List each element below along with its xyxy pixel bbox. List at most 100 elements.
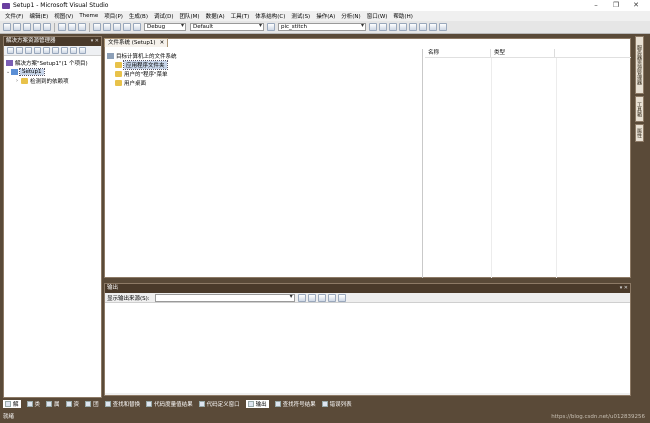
solution-icon	[6, 59, 13, 66]
undo-icon[interactable]	[93, 23, 101, 31]
restore-icon[interactable]: ❐	[606, 0, 626, 11]
tab-code-metrics[interactable]: 代码度量值结果	[146, 400, 193, 408]
tab-find-replace[interactable]: 查找和替换	[104, 400, 141, 408]
folder-icon	[115, 61, 122, 68]
programs-menu-label: 用户的"程序"菜单	[124, 71, 168, 78]
tab-resource-view[interactable]: 资	[65, 400, 79, 408]
tab-code-definition[interactable]: 代码定义窗口	[198, 400, 240, 408]
tab-output[interactable]: 输出	[245, 399, 269, 408]
word-wrap-icon[interactable]	[337, 293, 346, 302]
tab-label: 代码度量值结果	[154, 401, 193, 408]
start-page-icon[interactable]	[409, 23, 417, 31]
show-all-files-icon[interactable]	[16, 47, 23, 54]
output-text-area[interactable]	[105, 303, 630, 393]
tab-properties[interactable]: 属性	[635, 124, 644, 142]
save-icon[interactable]	[33, 23, 41, 31]
code-definition-icon	[198, 400, 205, 407]
toolbar-separator	[54, 22, 55, 32]
title-bar: Setup1 - Microsoft Visual Studio – ❐ ✕	[0, 0, 650, 11]
tab-solution-explorer[interactable]: 解	[3, 399, 21, 408]
close-icon[interactable]: ✕	[160, 39, 165, 47]
registry-editor-icon[interactable]	[43, 47, 50, 54]
menu-build[interactable]: 生成(B)	[126, 12, 151, 20]
project-label: Setup1	[19, 67, 45, 76]
solution-explorer-icon[interactable]	[369, 23, 377, 31]
tree-node-target-machine[interactable]: 目标计算机上的文件系统	[107, 51, 420, 60]
tree-node-programs-menu[interactable]: 用户的"程序"菜单	[107, 69, 420, 78]
object-browser-icon[interactable]	[389, 23, 397, 31]
clear-all-icon[interactable]	[327, 293, 336, 302]
tree-node-desktop[interactable]: 用户桌面	[107, 78, 420, 87]
start-debug-icon[interactable]	[133, 23, 141, 31]
add-item-icon[interactable]	[13, 23, 21, 31]
redo-icon[interactable]	[103, 23, 111, 31]
solution-explorer-header: 解决方案资源管理器 ▾ ✕	[4, 37, 101, 46]
tab-toolbox[interactable]: 工具箱	[635, 96, 644, 122]
paste-icon[interactable]	[78, 23, 86, 31]
custom-actions-editor-icon[interactable]	[70, 47, 77, 54]
menu-tools[interactable]: 工具(T)	[228, 12, 253, 20]
menu-debug[interactable]: 调试(D)	[151, 12, 177, 20]
pin-icon[interactable]: ▾ ✕	[620, 284, 628, 293]
tree-node-project[interactable]: ⌄ Setup1	[6, 67, 99, 76]
computer-icon	[107, 52, 114, 59]
column-name[interactable]: 名称	[425, 49, 491, 57]
menu-action[interactable]: 操作(A)	[313, 12, 338, 20]
column-type[interactable]: 类型	[491, 49, 555, 57]
menu-project[interactable]: 项目(P)	[101, 12, 126, 20]
open-icon[interactable]	[23, 23, 31, 31]
error-list-icon	[321, 400, 328, 407]
new-project-icon[interactable]	[3, 23, 11, 31]
tree-node-solution[interactable]: 解决方案"Setup1"(1 个项目)	[6, 58, 99, 67]
startup-project-dropdown[interactable]: pic_stitch	[278, 23, 366, 31]
menu-theme[interactable]: Theme	[76, 13, 101, 19]
refresh-icon[interactable]	[25, 47, 32, 54]
cut-icon[interactable]	[58, 23, 66, 31]
tab-file-system[interactable]: 文件系统 (Setup1) ✕	[104, 38, 169, 47]
tab-team-explorer[interactable]: 团	[85, 400, 99, 408]
tree-node-dependencies[interactable]: › 检测到的依赖项	[6, 76, 99, 85]
pin-icon[interactable]: ▾ ✕	[91, 37, 99, 46]
tab-label: 查找和替换	[112, 401, 141, 408]
menu-architecture[interactable]: 体系结构(C)	[252, 12, 288, 20]
tree-node-application-folder[interactable]: 应用程序文件夹	[107, 59, 420, 70]
tab-server-explorer[interactable]: 服务器资源管理器	[635, 36, 644, 94]
navigate-back-icon[interactable]	[113, 23, 121, 31]
command-window-icon[interactable]	[429, 23, 437, 31]
launch-conditions-editor-icon[interactable]	[79, 47, 86, 54]
menu-edit[interactable]: 编辑(E)	[26, 12, 51, 20]
menu-data[interactable]: 数据(A)	[203, 12, 228, 20]
menu-view[interactable]: 视图(V)	[51, 12, 76, 20]
user-interface-editor-icon[interactable]	[61, 47, 68, 54]
copy-icon[interactable]	[68, 23, 76, 31]
tab-class-view[interactable]: 类	[26, 400, 40, 408]
find-message-icon[interactable]	[297, 293, 306, 302]
tab-error-list[interactable]: 错误列表	[321, 400, 352, 408]
menu-team[interactable]: 团队(M)	[177, 12, 203, 20]
file-types-editor-icon[interactable]	[52, 47, 59, 54]
menu-window[interactable]: 窗口(W)	[364, 12, 391, 20]
find-icon[interactable]	[267, 23, 275, 31]
output-source-label: 显示输出来源(S):	[107, 295, 150, 302]
toolbar-options-icon[interactable]	[439, 23, 447, 31]
output-source-dropdown[interactable]	[154, 293, 295, 302]
close-icon[interactable]: ✕	[626, 0, 646, 11]
menu-test[interactable]: 测试(S)	[288, 12, 313, 20]
file-system-editor-icon[interactable]	[34, 47, 41, 54]
menu-help[interactable]: 帮助(H)	[390, 12, 415, 20]
properties-icon[interactable]	[379, 23, 387, 31]
previous-message-icon[interactable]	[307, 293, 316, 302]
tab-find-symbol[interactable]: 查找符号结果	[274, 400, 316, 408]
navigate-forward-icon[interactable]	[123, 23, 131, 31]
extension-manager-icon[interactable]	[419, 23, 427, 31]
next-message-icon[interactable]	[317, 293, 326, 302]
toolbox-icon[interactable]	[399, 23, 407, 31]
menu-file[interactable]: 文件(F)	[2, 12, 26, 20]
properties-icon[interactable]	[7, 47, 14, 54]
save-all-icon[interactable]	[43, 23, 51, 31]
solution-configuration-dropdown[interactable]: Debug	[144, 23, 186, 31]
minimize-icon[interactable]: –	[586, 0, 606, 11]
menu-analyze[interactable]: 分析(N)	[338, 12, 363, 20]
solution-platform-dropdown[interactable]: Default	[190, 23, 264, 31]
tab-property-manager[interactable]: 属	[46, 400, 60, 408]
